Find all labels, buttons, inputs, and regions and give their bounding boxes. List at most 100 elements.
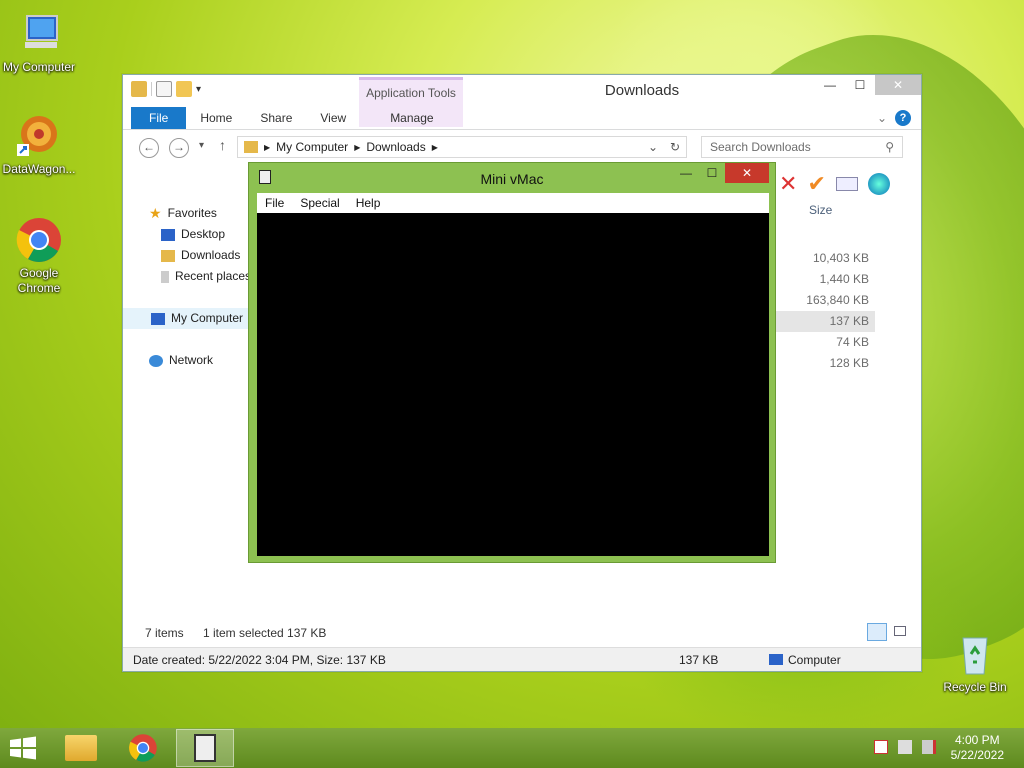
search-placeholder: Search Downloads [710,140,811,154]
back-button[interactable]: ← [139,138,159,158]
ribbon-divider [123,129,921,130]
minivmac-titlebar: Mini vMac — ☐ ✕ [249,163,775,191]
tab-home[interactable]: Home [186,107,246,129]
clock-date: 5/22/2022 [950,748,1004,762]
search-icon: ⚲ [885,140,894,154]
refresh-icon[interactable]: ↻ [670,140,680,154]
status-location: Computer [788,653,841,667]
tab-file[interactable]: File [131,107,187,129]
start-button[interactable] [8,736,38,760]
desktop-icon-datawagon[interactable]: DataWagon... [0,112,79,177]
help-icon[interactable]: ? [895,110,911,126]
ribbon-tabs: File Home Share View Manage [131,106,448,130]
check-icon[interactable]: ✔ [807,171,825,197]
desktop-icon [161,228,175,241]
network-icon [149,354,163,367]
breadcrumb-downloads[interactable]: Downloads [366,140,425,154]
desktop-icon-label: Google Chrome [17,266,61,295]
downloads-icon [161,249,175,262]
ribbon-expand-icon[interactable]: ⌄ [877,111,887,125]
desktop-icon-label: Recycle Bin [943,680,1007,694]
file-row-size[interactable]: 163,840 KB [773,290,875,311]
close-button[interactable]: ✕ [725,163,769,183]
taskbar: 4:00 PM 5/22/2022 [0,728,1024,768]
tab-share[interactable]: Share [246,107,306,129]
file-row-size[interactable]: 128 KB [773,353,875,374]
taskbar-minivmac[interactable] [176,729,234,767]
desktop-icon-label: DataWagon... [2,162,76,176]
nav-favorites[interactable]: ★ Favorites [149,203,251,224]
recycle-bin-icon [951,630,999,678]
nav-recent-places[interactable]: Recent places [161,266,251,287]
chevron-right-icon: ▶ [264,142,271,152]
file-row-size[interactable]: 1,440 KB [773,269,875,290]
minivmac-window: Mini vMac — ☐ ✕ File Special Help [248,162,776,563]
nav-label: Downloads [181,248,241,262]
rename-icon[interactable] [835,177,858,191]
nav-label: Network [169,353,214,367]
close-button[interactable]: ✕ [875,75,921,95]
maximize-button[interactable]: ☐ [845,75,875,95]
volume-muted-icon[interactable] [922,740,936,754]
details-status-bar: Date created: 5/22/2022 3:04 PM, Size: 1… [123,647,921,671]
nav-desktop[interactable]: Desktop [161,224,251,245]
tab-view[interactable]: View [306,107,360,129]
large-icons-view-button[interactable] [891,623,909,641]
nav-label: Desktop [181,227,226,241]
computer-icon [151,312,165,325]
nav-label: Favorites [167,206,217,220]
network-status-icon[interactable] [898,740,912,754]
menu-special[interactable]: Special [292,196,347,210]
breadcrumb-my-computer[interactable]: My Computer [276,140,348,154]
address-row: ← → ▾ ↑ ▶ My Computer ▶ Downloads ▶ ⌄ ↻ … [123,135,921,161]
star-icon: ★ [149,205,162,221]
taskbar-file-explorer[interactable] [52,729,110,767]
status-selection: 1 item selected 137 KB [203,626,327,640]
clock-time: 4:00 PM [954,733,1000,747]
up-button[interactable]: ↑ [219,137,226,153]
nav-my-computer[interactable]: My Computer [123,308,249,329]
emulator-screen[interactable] [257,213,769,556]
datawagon-icon [15,112,63,160]
forward-button[interactable]: → [169,138,189,158]
folder-icon [65,735,97,761]
minivmac-menubar: File Special Help [257,193,769,213]
column-header-size[interactable]: Size [809,203,832,217]
explorer-titlebar: ▾ Application Tools Downloads — ☐ ✕ [123,75,921,127]
window-controls: — ☐ ✕ [673,163,769,183]
status-size: 137 KB [679,653,719,667]
desktop-icon-recycle-bin[interactable]: Recycle Bin [935,630,1015,695]
action-center-icon[interactable] [874,740,888,754]
minivmac-icon [194,734,216,762]
chrome-icon [129,734,157,762]
globe-icon[interactable] [867,173,890,195]
computer-icon [15,10,63,58]
menu-file[interactable]: File [257,196,292,210]
nav-downloads[interactable]: Downloads [161,245,251,266]
minimize-button[interactable]: — [815,75,845,95]
recent-locations-icon[interactable]: ▾ [199,140,204,151]
chevron-right-icon: ▶ [431,142,438,152]
maximize-button[interactable]: ☐ [699,163,725,183]
delete-icon[interactable]: ✕ [779,171,797,197]
file-row-size[interactable]: 10,403 KB [773,248,875,269]
minimize-button[interactable]: — [673,163,699,183]
address-bar[interactable]: ▶ My Computer ▶ Downloads ▶ ⌄ ↻ [237,136,687,158]
system-clock[interactable]: 4:00 PM 5/22/2022 [951,733,1004,763]
desktop-icon-google-chrome[interactable]: Google Chrome [0,216,79,296]
desktop-icon-label: My Computer [2,60,76,74]
file-row-size-selected[interactable]: 137 KB [773,311,875,332]
recent-places-icon [161,270,169,283]
taskbar-chrome[interactable] [114,729,172,767]
nav-label: My Computer [171,311,244,325]
tab-manage[interactable]: Manage [376,107,447,129]
nav-network[interactable]: Network [149,350,251,371]
address-dropdown-icon[interactable]: ⌄ [648,140,658,154]
menu-help[interactable]: Help [348,196,389,210]
search-input[interactable]: Search Downloads ⚲ [701,136,903,158]
desktop-icon-my-computer[interactable]: My Computer [0,10,79,75]
computer-icon [769,654,783,665]
file-row-size[interactable]: 74 KB [773,332,875,353]
navigation-pane: ★ Favorites Desktop Downloads Recent pla… [123,203,251,371]
details-view-button[interactable] [867,623,887,641]
